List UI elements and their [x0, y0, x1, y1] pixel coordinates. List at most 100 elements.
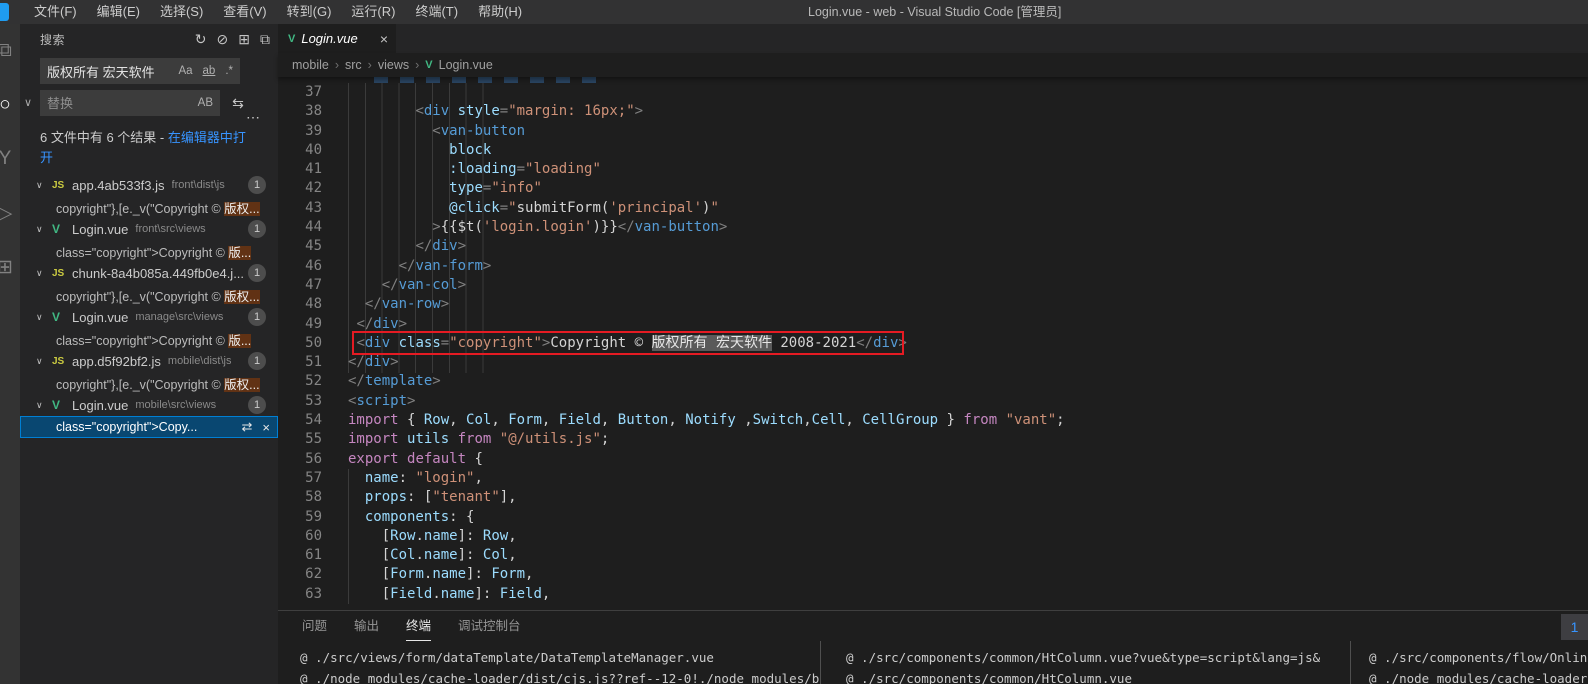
panel-tab-调试控制台[interactable]: 调试控制台 [458, 611, 521, 641]
explorer-icon[interactable]: ⧉ [0, 24, 20, 78]
tab-login-vue[interactable]: V Login.vue × [278, 24, 396, 53]
search-result-file[interactable]: ∨JSapp.d5f92bf2.jsmobile\dist\js1 [20, 350, 278, 372]
code-line[interactable]: 37 [278, 83, 1588, 102]
search-icon[interactable]: ○ [0, 78, 20, 132]
code-line[interactable]: 55import utils from "@/utils.js"; [278, 430, 1588, 449]
replace-icon[interactable]: ⇄ [242, 419, 253, 435]
line-number[interactable]: 45 [278, 237, 322, 256]
code-line[interactable]: 52</template> [278, 372, 1588, 391]
dismiss-icon[interactable]: × [262, 420, 270, 435]
chevron-down-icon[interactable]: ∨ [36, 268, 52, 279]
chevron-down-icon[interactable]: ∨ [36, 356, 52, 367]
search-result-file[interactable]: ∨VLogin.vuefront\src\views1 [20, 218, 278, 240]
line-number[interactable]: 61 [278, 546, 322, 565]
code-line[interactable]: 60 [Row.name]: Row, [278, 527, 1588, 546]
match-case-icon[interactable]: Aa [176, 64, 194, 78]
line-number[interactable]: 60 [278, 527, 322, 546]
breadcrumb-segment[interactable]: src [345, 58, 362, 72]
menu-item[interactable]: 运行(R) [341, 0, 405, 24]
line-number[interactable]: 47 [278, 276, 322, 295]
line-number[interactable]: 54 [278, 411, 322, 430]
panel-tab-问题[interactable]: 问题 [302, 611, 327, 641]
source-control-icon[interactable]: Y [0, 132, 20, 186]
replace-input[interactable] [40, 96, 196, 111]
code-line[interactable]: 41 :loading="loading" [278, 160, 1588, 179]
line-number[interactable]: 42 [278, 179, 322, 198]
menu-item[interactable]: 查看(V) [213, 0, 276, 24]
line-number[interactable]: 38 [278, 102, 322, 121]
line-number[interactable]: 63 [278, 585, 322, 604]
panel-tab-终端[interactable]: 终端 [406, 611, 431, 641]
line-number[interactable]: 50 [278, 334, 322, 353]
code-line[interactable]: 46 </van-form> [278, 257, 1588, 276]
line-number[interactable]: 51 [278, 353, 322, 372]
search-result-file[interactable]: ∨VLogin.vuemanage\src\views1 [20, 306, 278, 328]
terminal-selector-badge[interactable]: 1 [1561, 614, 1588, 640]
line-number[interactable]: 59 [278, 508, 322, 527]
code-line[interactable]: 38 <div style="margin: 16px;"> [278, 102, 1588, 121]
panel-tab-输出[interactable]: 输出 [354, 611, 379, 641]
line-number[interactable]: 39 [278, 122, 322, 141]
line-number[interactable]: 52 [278, 372, 322, 391]
breadcrumb-segment[interactable]: views [378, 58, 409, 72]
toggle-replace-chevron-icon[interactable]: ∨ [24, 96, 32, 109]
code-line[interactable]: 61 [Col.name]: Col, [278, 546, 1588, 565]
menu-item[interactable]: 帮助(H) [468, 0, 532, 24]
line-number[interactable]: 44 [278, 218, 322, 237]
code-line[interactable]: 39 <van-button [278, 122, 1588, 141]
code-line[interactable]: 49 </div> [278, 315, 1588, 334]
refresh-icon[interactable]: ↻ [195, 31, 207, 48]
new-search-editor-icon[interactable]: ⊞ [238, 31, 250, 48]
line-number[interactable]: 40 [278, 141, 322, 160]
search-result-match[interactable]: copyright"},[e._v("Copyright © 版权... [20, 284, 278, 306]
code-line[interactable]: 40 block [278, 141, 1588, 160]
line-number[interactable]: 53 [278, 392, 322, 411]
code-line[interactable]: 62 [Form.name]: Form, [278, 565, 1588, 584]
run-debug-icon[interactable]: ▷ [0, 186, 20, 240]
extensions-icon[interactable]: ⊞ [0, 240, 20, 294]
preserve-case-icon[interactable]: AB [196, 96, 215, 110]
code-editor[interactable]: 3738 <div style="margin: 16px;">39 <van-… [278, 77, 1588, 610]
code-line[interactable]: 50 <div class="copyright">Copyright © 版权… [278, 334, 1588, 353]
menu-item[interactable]: 文件(F) [24, 0, 87, 24]
code-line[interactable]: 53<script> [278, 392, 1588, 411]
code-line[interactable]: 54import { Row, Col, Form, Field, Button… [278, 411, 1588, 430]
line-number[interactable]: 37 [278, 83, 322, 102]
terminal-pane-3[interactable]: @ ./src/components/flow/Onlin@ ./node_mo… [1350, 641, 1588, 684]
line-number[interactable]: 56 [278, 450, 322, 469]
search-result-file[interactable]: ∨JSapp.4ab533f3.jsfront\dist\js1 [20, 174, 278, 196]
code-line[interactable]: 47 </van-col> [278, 276, 1588, 295]
menu-item[interactable]: 转到(G) [277, 0, 342, 24]
line-number[interactable]: 57 [278, 469, 322, 488]
line-number[interactable]: 46 [278, 257, 322, 276]
terminal-pane-1[interactable]: @ ./src/views/form/dataTemplate/DataTemp… [278, 641, 820, 684]
more-actions-icon[interactable]: ⋯ [246, 112, 260, 122]
whole-word-icon[interactable]: ab [201, 64, 218, 78]
search-result-file[interactable]: ∨VLogin.vuemobile\src\views1 [20, 394, 278, 416]
line-number[interactable]: 43 [278, 199, 322, 218]
code-line[interactable]: 44 >{{$t('login.login')}}</van-button> [278, 218, 1588, 237]
chevron-down-icon[interactable]: ∨ [36, 312, 52, 323]
code-line[interactable]: 63 [Field.name]: Field, [278, 585, 1588, 604]
breadcrumb-file[interactable]: Login.vue [439, 58, 493, 72]
line-number[interactable]: 58 [278, 488, 322, 507]
chevron-down-icon[interactable]: ∨ [36, 180, 52, 191]
code-line[interactable]: 43 @click="submitForm('principal')" [278, 199, 1588, 218]
search-result-match[interactable]: copyright"},[e._v("Copyright © 版权... [20, 196, 278, 218]
menu-item[interactable]: 选择(S) [150, 0, 213, 24]
code-line[interactable]: 48 </van-row> [278, 295, 1588, 314]
open-in-editor-icon[interactable]: ⧉ [260, 31, 270, 48]
line-number[interactable]: 49 [278, 315, 322, 334]
search-result-match[interactable]: copyright"},[e._v("Copyright © 版权... [20, 372, 278, 394]
code-line[interactable]: 42 type="info" [278, 179, 1588, 198]
regex-icon[interactable]: .* [223, 64, 235, 78]
code-line[interactable]: 45 </div> [278, 237, 1588, 256]
chevron-down-icon[interactable]: ∨ [36, 224, 52, 235]
line-number[interactable]: 55 [278, 430, 322, 449]
code-line[interactable]: 51</div> [278, 353, 1588, 372]
line-number[interactable]: 48 [278, 295, 322, 314]
search-result-match[interactable]: class="copyright">Copyright © 版... [20, 240, 278, 262]
search-input[interactable] [40, 64, 176, 79]
menu-item[interactable]: 终端(T) [405, 0, 468, 24]
menu-item[interactable]: 编辑(E) [87, 0, 150, 24]
